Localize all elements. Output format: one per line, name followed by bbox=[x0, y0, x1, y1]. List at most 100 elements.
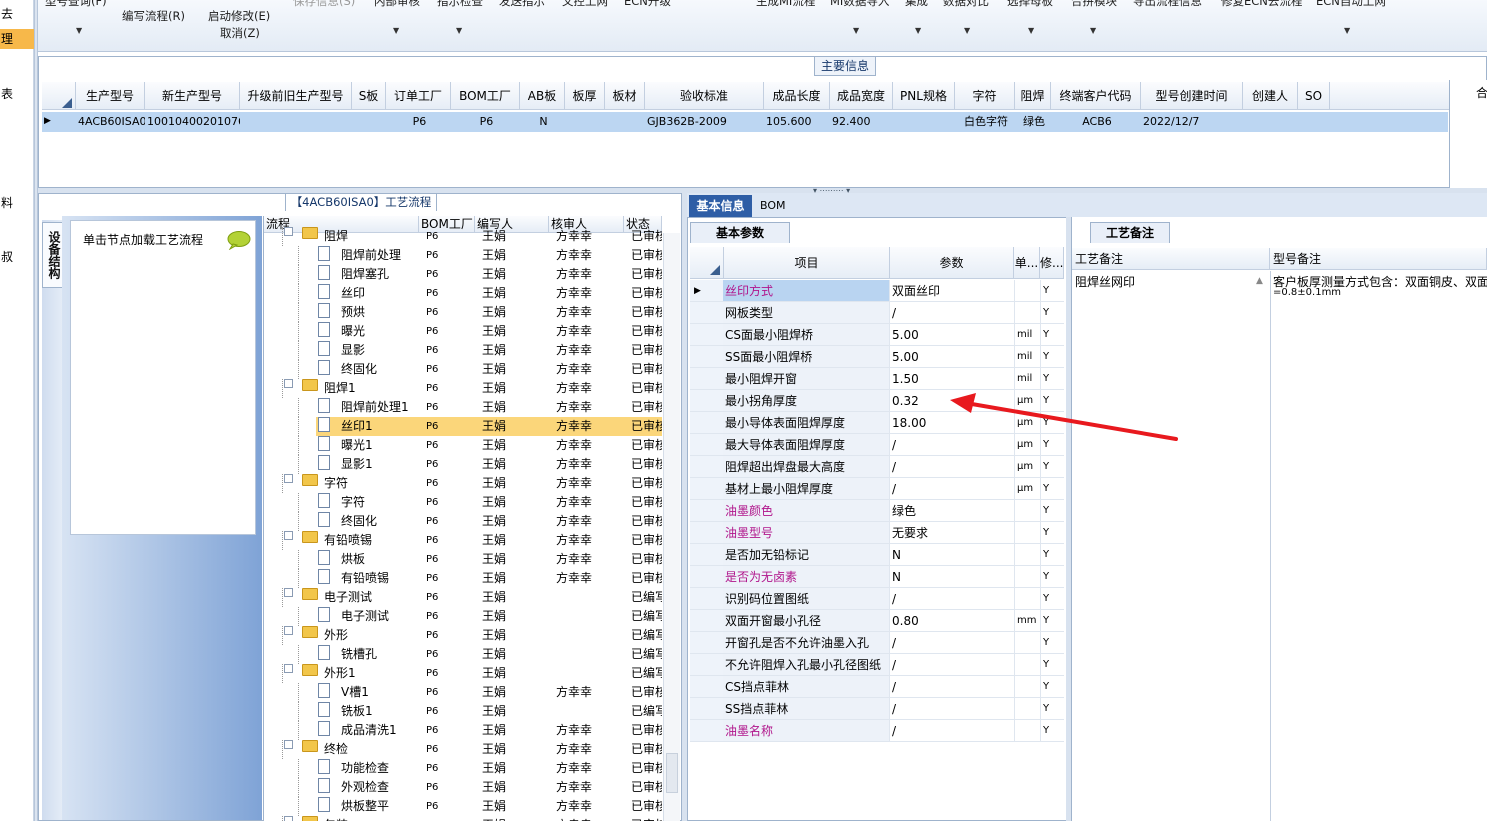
tree-row-label[interactable]: 丝印1 bbox=[339, 417, 375, 436]
tree-row-label[interactable]: 曝光1 bbox=[339, 436, 375, 455]
sidebar-item-0[interactable]: 去 bbox=[0, 4, 34, 24]
main-col-header[interactable]: 成品宽度 bbox=[830, 82, 893, 110]
tree-row-label[interactable]: 电子测试 bbox=[339, 607, 391, 626]
param-row[interactable]: 网板类型 / Y bbox=[690, 302, 1064, 324]
tree-row-label[interactable]: 外形 bbox=[322, 626, 350, 645]
toolbar-select-mother-button[interactable]: 选择母板 bbox=[1007, 0, 1053, 8]
main-info-cell[interactable]: P6 bbox=[451, 112, 520, 132]
tree-row[interactable]: − 外形1 P6 王娟 已编写 bbox=[264, 664, 662, 683]
param-value[interactable]: 5.00 bbox=[889, 346, 1014, 368]
main-info-cell[interactable] bbox=[352, 112, 386, 132]
tree-row-label[interactable]: 成品清洗1 bbox=[339, 721, 399, 740]
tree-row[interactable]: 显影 P6 王娟 方幸幸 已审核 bbox=[264, 341, 662, 360]
param-value[interactable]: / bbox=[889, 720, 1014, 742]
main-info-cell[interactable]: GJB362B-2009 bbox=[645, 112, 764, 132]
side-tab-equipment-structure[interactable]: 设备结构 bbox=[42, 222, 64, 288]
chevron-down-icon[interactable]: ▼ bbox=[393, 26, 399, 35]
main-col-header[interactable]: 创建人 bbox=[1243, 82, 1298, 110]
expander-icon[interactable]: − bbox=[284, 664, 293, 673]
tree-row-label[interactable]: 阻焊 bbox=[322, 227, 350, 246]
chevron-down-icon[interactable]: ▼ bbox=[964, 26, 970, 35]
params-col-item[interactable]: 项目 bbox=[724, 247, 890, 279]
tree-row-label[interactable]: 外观检查 bbox=[339, 778, 391, 797]
main-info-cell[interactable]: 白色字符 bbox=[955, 112, 1015, 132]
tree-row[interactable]: 烘板整平 P6 王娟 方幸幸 已审核 bbox=[264, 797, 662, 816]
tree-row-label[interactable]: 阻焊前处理 bbox=[339, 246, 403, 265]
tree-row[interactable]: 显影1 P6 王娟 方幸幸 已审核 bbox=[264, 455, 662, 474]
tree-row[interactable]: 铣槽孔 P6 王娟 已编写 bbox=[264, 645, 662, 664]
main-info-cell[interactable] bbox=[893, 112, 955, 132]
toolbar-write-flow-button[interactable]: 编写流程(R) bbox=[122, 9, 185, 23]
param-row[interactable]: 基材上最小阻焊厚度 / μm Y bbox=[690, 478, 1064, 500]
tree-row-label[interactable]: 铣槽孔 bbox=[339, 645, 379, 664]
basic-params-tab[interactable]: 基本参数 bbox=[690, 222, 790, 243]
process-note-tab[interactable]: 工艺备注 bbox=[1090, 222, 1170, 243]
toolbar-fix-ecn-button[interactable]: 修复ECN去流程 bbox=[1221, 0, 1302, 8]
toolbar-mi-import-button[interactable]: MI数据导入 bbox=[830, 0, 889, 8]
toolbar-cancel-button[interactable]: 取消(Z) bbox=[220, 26, 260, 40]
toolbar-save-button[interactable]: 保存信息(S) bbox=[293, 0, 355, 8]
param-row[interactable]: 开窗孔是否不允许油墨入孔 / Y bbox=[690, 632, 1064, 654]
note-col-model[interactable]: 型号备注 bbox=[1270, 248, 1487, 270]
expander-icon[interactable]: − bbox=[284, 379, 293, 388]
param-row[interactable]: ▶ 丝印方式 双面丝印 Y bbox=[690, 280, 1064, 302]
main-info-cell[interactable] bbox=[605, 112, 645, 132]
main-info-cell[interactable]: P6 bbox=[386, 112, 451, 132]
param-value[interactable]: N bbox=[889, 566, 1014, 588]
param-value[interactable]: 无要求 bbox=[889, 522, 1014, 544]
tree-row-label[interactable]: 曝光 bbox=[339, 322, 367, 341]
main-info-cell[interactable]: 10010400201076 bbox=[145, 112, 240, 132]
expander-icon[interactable]: − bbox=[284, 740, 293, 749]
chevron-down-icon[interactable]: ▼ bbox=[1090, 26, 1096, 35]
expander-icon[interactable]: − bbox=[284, 816, 293, 821]
tree-row-label[interactable]: 包装 bbox=[322, 816, 350, 821]
expander-icon[interactable]: − bbox=[284, 227, 293, 236]
note-col-process[interactable]: 工艺备注 bbox=[1072, 248, 1270, 270]
grid-corner[interactable] bbox=[42, 82, 76, 110]
param-value[interactable]: / bbox=[889, 676, 1014, 698]
toolbar-model-query-button[interactable]: 型号查询(F) bbox=[45, 0, 107, 8]
toolbar-send-button[interactable]: 发送指示 bbox=[499, 0, 545, 8]
tree-row-label[interactable]: 阻焊前处理1 bbox=[339, 398, 411, 417]
tree-row-label[interactable]: 外形1 bbox=[322, 664, 358, 683]
toolbar-ecn-upgrade-button[interactable]: ECN升级 bbox=[624, 0, 671, 8]
sidebar-item-1-active[interactable]: 理 bbox=[0, 29, 34, 49]
param-value[interactable]: N bbox=[889, 544, 1014, 566]
param-row[interactable]: 最小阻焊开窗 1.50 mil Y bbox=[690, 368, 1064, 390]
tree-scrollbar[interactable] bbox=[663, 233, 680, 821]
expander-icon[interactable]: − bbox=[284, 531, 293, 540]
tree-row[interactable]: − 终检 P6 王娟 方幸幸 已审核 bbox=[264, 740, 662, 759]
toolbar-ecn-auto-button[interactable]: ECN自动上网 bbox=[1316, 0, 1386, 8]
param-value[interactable]: / bbox=[889, 632, 1014, 654]
params-col-unit[interactable]: 单... bbox=[1014, 247, 1040, 279]
param-value[interactable]: / bbox=[889, 302, 1014, 324]
tab-bom[interactable]: BOM bbox=[760, 195, 800, 217]
tree-row-label[interactable]: 阻焊塞孔 bbox=[339, 265, 391, 284]
main-col-header[interactable]: BOM工厂 bbox=[451, 82, 520, 110]
param-row[interactable]: 阻焊超出焊盘最大高度 / μm Y bbox=[690, 456, 1064, 478]
main-col-header[interactable]: 生产型号 bbox=[76, 82, 145, 110]
toolbar-check-button[interactable]: 指示检查 bbox=[437, 0, 483, 8]
tree-row[interactable]: 烘板 P6 王娟 方幸幸 已审核 bbox=[264, 550, 662, 569]
param-value[interactable]: / bbox=[889, 654, 1014, 676]
tree-row-label[interactable]: 丝印 bbox=[339, 284, 367, 303]
chevron-down-icon[interactable]: ▼ bbox=[853, 26, 859, 35]
main-col-header[interactable]: AB板 bbox=[520, 82, 565, 110]
expander-icon[interactable]: − bbox=[284, 626, 293, 635]
main-col-header[interactable]: 型号创建时间 bbox=[1141, 82, 1243, 110]
param-row[interactable]: 双面开窗最小孔径 0.80 mm Y bbox=[690, 610, 1064, 632]
param-value[interactable]: 5.00 bbox=[889, 324, 1014, 346]
param-row[interactable]: 是否加无铅标记 N Y bbox=[690, 544, 1064, 566]
tree-row[interactable]: 终固化 P6 王娟 方幸幸 已审核 bbox=[264, 360, 662, 379]
expander-icon[interactable]: − bbox=[284, 588, 293, 597]
tree-row-label[interactable]: 铣板1 bbox=[339, 702, 375, 721]
tree-row[interactable]: 阻焊前处理1 P6 王娟 方幸幸 已审核 bbox=[264, 398, 662, 417]
tab-basic-info[interactable]: 基本信息 bbox=[689, 195, 752, 217]
param-value[interactable]: 1.50 bbox=[889, 368, 1014, 390]
main-info-cell[interactable] bbox=[1243, 112, 1298, 132]
param-value[interactable]: / bbox=[889, 478, 1014, 500]
toolbar-export-button[interactable]: 导出流程信息 bbox=[1133, 0, 1202, 8]
params-col-param[interactable]: 参数 bbox=[890, 247, 1014, 279]
sidebar-item-2[interactable]: 表 bbox=[0, 84, 34, 104]
scroll-up-icon[interactable]: ▲ bbox=[1256, 276, 1263, 286]
